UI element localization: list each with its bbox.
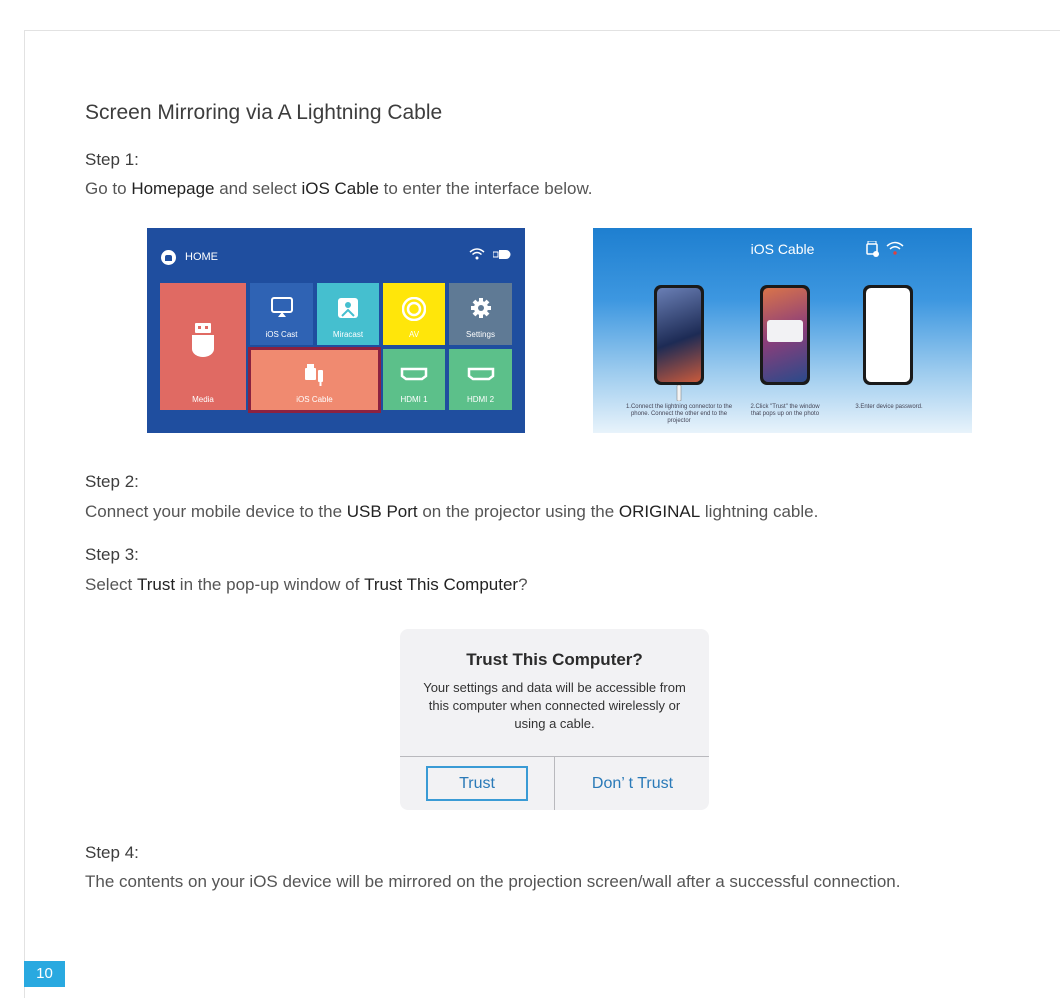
home-status-bar — [469, 248, 511, 260]
step2-heading: Step 2: — [85, 472, 139, 491]
lightning-connector-icon — [676, 385, 682, 401]
trust-button[interactable]: Trust — [426, 766, 528, 801]
tile-ios-cast[interactable]: iOS Cast — [250, 283, 313, 345]
caption-step3: 3.Enter device password. — [855, 404, 923, 410]
wifi-icon — [886, 241, 904, 255]
hdmi-port-icon — [400, 367, 428, 381]
dialog-title: Trust This Computer? — [466, 650, 643, 669]
tile-av[interactable]: AV — [383, 283, 445, 345]
tile-ios-cable[interactable]: iOS Cable — [248, 347, 381, 413]
step4-heading: Step 4: — [85, 843, 139, 862]
trust-dialog: Trust This Computer? Your settings and d… — [400, 629, 709, 810]
tile-ios-cast-label: iOS Cast — [265, 330, 298, 339]
dialog-button-divider — [554, 756, 555, 810]
gear-icon — [470, 298, 491, 318]
tile-hdmi2-label: HDMI 2 — [466, 395, 495, 404]
caption-step1: 1.Connect the lightning connector to the… — [625, 404, 733, 424]
tile-hdmi1-label: HDMI 1 — [400, 395, 428, 404]
phone-homescreen — [760, 285, 810, 385]
home-screen-image: HOME Media iOS Cast Miracast AV Settings… — [147, 228, 525, 433]
step3-text: Select Trust in the pop-up window of Tru… — [85, 575, 528, 594]
phone-lockscreen — [654, 285, 704, 385]
ios-cable-title: iOS Cable — [750, 241, 815, 257]
page-number: 10 — [24, 961, 65, 987]
wifi-icon — [469, 248, 485, 260]
tile-miracast-label: Miracast — [332, 330, 364, 339]
step1-heading: Step 1: — [85, 150, 139, 169]
usb-status-icon — [493, 249, 511, 259]
miracast-icon — [338, 298, 358, 318]
tile-settings[interactable]: Settings — [449, 283, 512, 345]
home-logo-icon — [161, 250, 176, 265]
home-title: HOME — [185, 251, 218, 263]
screen-cast-icon — [270, 297, 293, 317]
section-title: Screen Mirroring via A Lightning Cable — [85, 101, 443, 124]
tile-settings-label: Settings — [466, 330, 495, 339]
ios-cable-screen-image: iOS Cable 1.Connect the lightning connec… — [593, 228, 972, 433]
step1-text: Go to Homepage and select iOS Cable to e… — [85, 179, 593, 198]
tile-media-label: Media — [192, 395, 214, 404]
usb-connected-icon — [866, 241, 879, 257]
step4-text: The contents on your iOS device will be … — [85, 872, 901, 891]
tile-media[interactable]: Media — [160, 283, 246, 410]
av-icon — [402, 297, 426, 321]
usb-drive-icon — [192, 323, 214, 357]
caption-step2: 2.Click "Trust" the window that pops up … — [750, 404, 820, 417]
tile-hdmi2[interactable]: HDMI 2 — [449, 349, 512, 410]
page-frame-left — [24, 30, 25, 998]
page-frame-top — [24, 30, 1060, 31]
tile-hdmi1[interactable]: HDMI 1 — [383, 349, 445, 410]
lightning-cable-icon — [304, 364, 323, 386]
step3-heading: Step 3: — [85, 545, 139, 564]
hdmi-port-icon — [467, 367, 494, 381]
tile-miracast[interactable]: Miracast — [317, 283, 379, 345]
step2-text: Connect your mobile device to the USB Po… — [85, 502, 819, 521]
tile-av-label: AV — [408, 330, 420, 339]
dialog-body: Your settings and data will be accessibl… — [423, 680, 686, 731]
phone-passcode — [863, 285, 913, 385]
dont-trust-button[interactable]: Don’ t Trust — [556, 766, 709, 801]
tile-ios-cable-label: iOS Cable — [296, 395, 333, 404]
